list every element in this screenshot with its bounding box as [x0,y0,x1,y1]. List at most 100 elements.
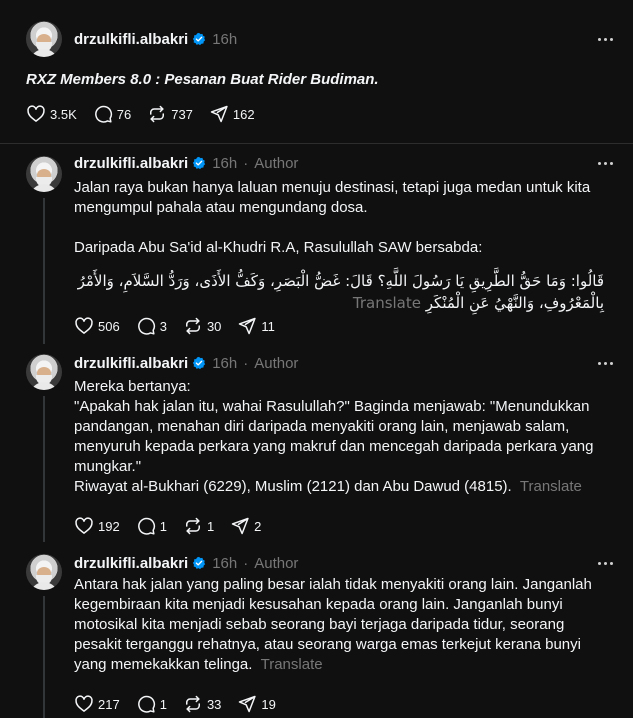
paragraph: Jalan raya bukan hanya laluan menuju des… [74,179,591,216]
post-header: drzulkifli.albakri 16h · Author [74,553,298,573]
more-options-icon[interactable] [593,553,617,573]
avatar[interactable] [26,554,62,590]
comment-icon [136,516,156,536]
timestamp[interactable]: 16h [212,31,237,48]
repost-button[interactable]: 33 [183,694,221,714]
share-icon [237,694,257,714]
thread-line [43,198,45,344]
avatar[interactable] [26,156,62,192]
source-citation: Riwayat al-Bukhari (6229), Muslim (2121)… [74,478,512,495]
post-1: drzulkifli.albakri 16h RXZ Members 8.0 :… [0,0,633,143]
timestamp[interactable]: 16h [212,155,237,172]
share-button[interactable]: 19 [237,694,276,714]
verified-badge-icon [192,156,206,170]
arabic-quote: قَالُوا: وَمَا حَقُّ الطَّرِيقِ يَا رَسُ… [77,272,604,312]
timestamp[interactable]: 16h [212,355,237,372]
share-button[interactable]: 11 [237,316,275,336]
reply-button[interactable]: 1 [136,516,167,536]
translate-link[interactable]: Translate [353,294,421,312]
post-4: drzulkifli.albakri 16h · Author Antara h… [0,542,633,718]
reply-count: 1 [159,518,167,534]
avatar[interactable] [26,354,62,390]
more-options-icon[interactable] [593,153,617,173]
username[interactable]: drzulkifli.albakri [74,355,188,372]
body-text: Antara hak jalan yang paling besar ialah… [74,576,592,673]
post-header: drzulkifli.albakri 16h · Author [74,353,298,373]
avatar[interactable] [26,21,62,57]
more-options-icon[interactable] [593,29,617,49]
author-label: Author [254,154,299,172]
arabic-text: قَالُوا: وَمَا حَقُّ الطَّرِيقِ يَا رَسُ… [74,270,604,314]
action-bar: 217 1 33 19 [74,694,292,714]
repost-button[interactable]: 737 [147,104,193,124]
heart-icon [74,694,94,714]
author-label: Author [254,554,299,572]
share-icon [237,316,257,336]
repost-button[interactable]: 30 [183,316,221,336]
share-count: 2 [254,518,262,534]
reply-button[interactable]: 76 [93,104,131,124]
share-count: 11 [261,318,275,334]
reply-button[interactable]: 1 [136,694,167,714]
post-3: drzulkifli.albakri 16h · Author Mereka b… [0,344,633,542]
share-icon [209,104,229,124]
thread-line [43,596,45,718]
post-2: drzulkifli.albakri 16h · Author Jalan ra… [0,144,633,344]
heart-icon [26,104,46,124]
repost-icon [183,516,203,536]
repost-icon [183,316,203,336]
like-button[interactable]: 3.5K [26,104,77,124]
comment-icon [93,104,113,124]
reply-button[interactable]: 3 [136,316,167,336]
author-label: Author [254,354,299,372]
like-button[interactable]: 217 [74,694,120,714]
post-header: drzulkifli.albakri 16h [74,29,237,49]
more-options-icon[interactable] [593,353,617,373]
verified-badge-icon [192,32,206,46]
quote-paragraph: "Apakah hak jalan itu, wahai Rasulullah?… [74,398,594,475]
username[interactable]: drzulkifli.albakri [74,555,188,572]
heart-icon [74,516,94,536]
heart-icon [74,316,94,336]
username[interactable]: drzulkifli.albakri [74,155,188,172]
post-body: Antara hak jalan yang paling besar ialah… [74,575,604,675]
paragraph: Riwayat al-Bukhari (6229), Muslim (2121)… [74,477,604,497]
repost-count: 1 [206,518,215,534]
share-count: 19 [261,696,276,712]
post-title: RXZ Members 8.0 : Pesanan Buat Rider Bud… [26,71,379,88]
like-count: 217 [98,696,120,712]
separator: · [243,354,249,372]
repost-button[interactable]: 1 [183,516,214,536]
separator: · [243,154,249,172]
reply-count: 3 [159,318,167,334]
verified-badge-icon [192,356,206,370]
repost-count: 33 [206,696,222,712]
comment-icon [136,316,156,336]
timestamp[interactable]: 16h [212,555,237,572]
like-button[interactable]: 192 [74,516,120,536]
paragraph: Daripada Abu Sa'id al-Khudri R.A, Rasulu… [74,239,483,256]
share-button[interactable]: 2 [230,516,261,536]
share-icon [230,516,250,536]
translate-link[interactable]: Translate [520,478,582,495]
repost-count: 737 [171,106,193,122]
action-bar: 3.5K 76 737 162 [26,104,271,124]
like-button[interactable]: 506 [74,316,120,336]
username[interactable]: drzulkifli.albakri [74,31,188,48]
share-count: 162 [232,106,255,122]
thread-line [43,396,45,542]
reply-count: 1 [159,696,167,712]
like-count: 3.5K [50,106,77,122]
comment-icon [136,694,156,714]
separator: · [243,554,249,572]
like-count: 506 [98,318,120,334]
translate-link[interactable]: Translate [261,656,323,673]
share-button[interactable]: 162 [209,104,255,124]
post-body: Mereka bertanya: "Apakah hak jalan itu, … [74,377,604,497]
like-count: 192 [98,518,120,534]
post-body: Jalan raya bukan hanya laluan menuju des… [74,178,604,314]
repost-icon [183,694,203,714]
post-header: drzulkifli.albakri 16h · Author [74,153,298,173]
action-bar: 506 3 30 11 [74,316,291,336]
reply-count: 76 [116,106,132,122]
